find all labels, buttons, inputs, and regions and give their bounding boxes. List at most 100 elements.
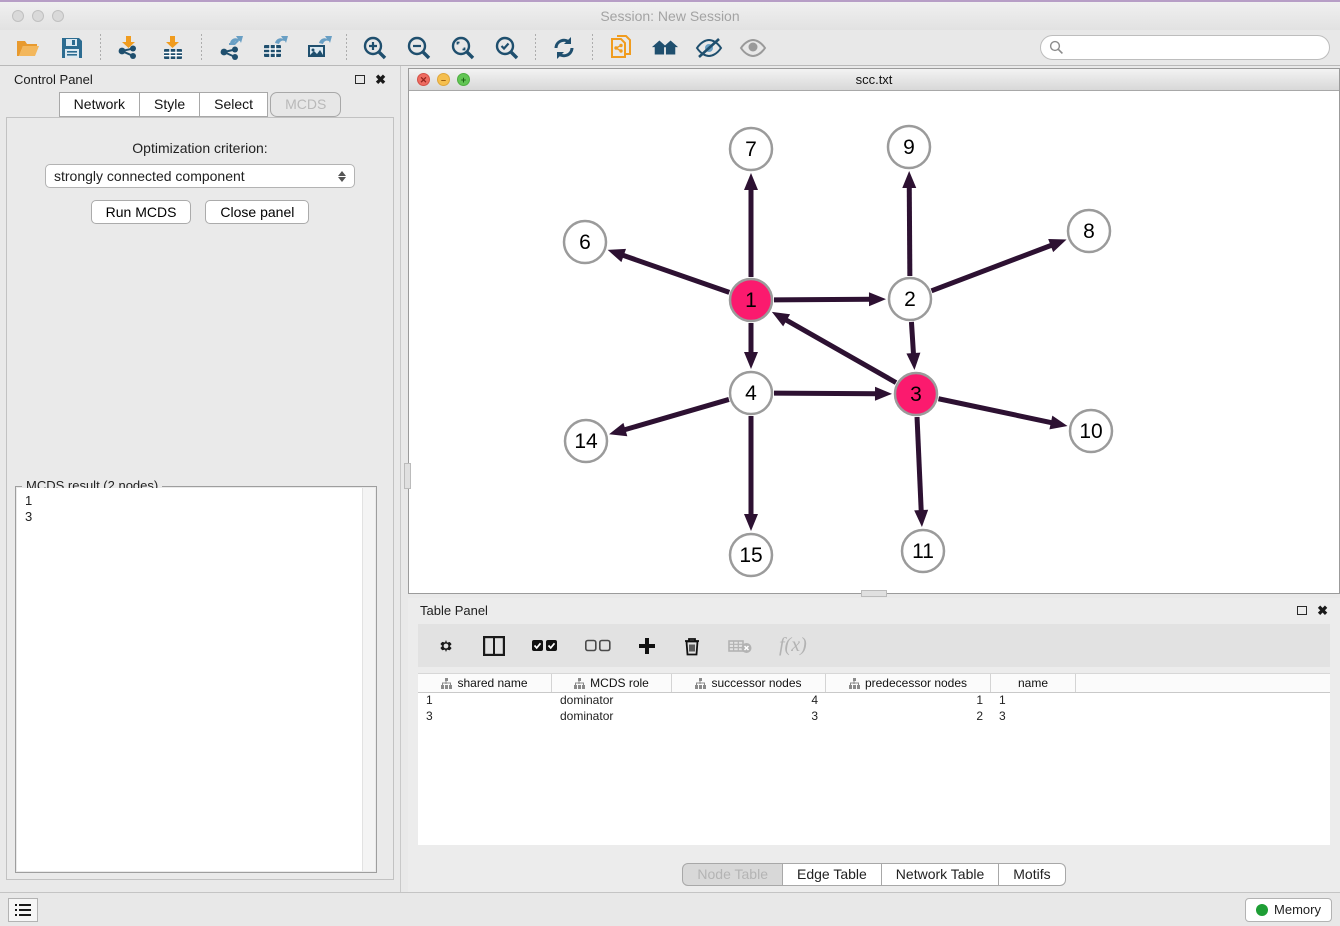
tab-node-table[interactable]: Node Table [682, 863, 783, 886]
graph-node-label-7: 7 [745, 138, 757, 161]
mcds-result-item: 1 [25, 493, 367, 509]
edge-2-9[interactable] [909, 185, 910, 276]
result-scrollbar[interactable] [362, 488, 375, 871]
column-header-shared-name[interactable]: shared name [418, 674, 552, 692]
close-panel-button[interactable]: Close panel [205, 200, 309, 224]
column-header-predecessor-nodes[interactable]: predecessor nodes [826, 674, 991, 692]
horizontal-splitter-handle[interactable] [861, 590, 887, 597]
mcds-result-item: 3 [25, 509, 367, 525]
graph-node-label-1: 1 [745, 289, 757, 312]
window-title: Session: New Session [0, 8, 1340, 24]
hierarchy-home-icon[interactable] [651, 34, 679, 62]
zoom-fit-icon[interactable] [449, 34, 477, 62]
save-session-icon[interactable] [58, 34, 86, 62]
table-cell[interactable]: 3 [418, 709, 552, 725]
edge-arrow-2-9 [902, 171, 916, 188]
network-minimize-icon[interactable]: – [437, 73, 450, 86]
search-input[interactable] [1064, 40, 1321, 55]
import-network-icon[interactable] [115, 34, 143, 62]
table-row[interactable]: 1dominator411 [418, 693, 1330, 709]
graph-node-label-10: 10 [1079, 420, 1102, 443]
edge-4-14[interactable] [622, 399, 728, 430]
export-image-icon[interactable] [304, 34, 332, 62]
unselect-all-columns-icon[interactable] [585, 639, 611, 653]
table-cell[interactable]: dominator [552, 693, 672, 709]
add-column-icon[interactable] [638, 637, 656, 655]
refresh-layout-icon[interactable] [550, 34, 578, 62]
tab-edge-table[interactable]: Edge Table [783, 863, 882, 886]
new-network-from-selection-icon[interactable] [607, 34, 635, 62]
network-window-titlebar[interactable]: ✕ – + scc.txt [409, 69, 1339, 91]
column-header-MCDS-role[interactable]: MCDS role [552, 674, 672, 692]
network-canvas[interactable]: 7968124314101511 [409, 91, 1339, 593]
vertical-splitter-handle[interactable] [404, 463, 411, 489]
table-cell[interactable]: 1 [826, 693, 991, 709]
float-panel-icon[interactable] [355, 75, 365, 84]
delete-columns-icon[interactable] [683, 636, 701, 656]
main-toolbar [0, 30, 1340, 66]
table-cell[interactable]: 3 [991, 709, 1076, 725]
import-table-icon[interactable] [159, 34, 187, 62]
network-maximize-icon[interactable]: + [457, 73, 470, 86]
export-table-icon[interactable] [260, 34, 288, 62]
column-type-icon [574, 678, 585, 689]
column-type-icon [441, 678, 452, 689]
open-session-icon[interactable] [14, 34, 42, 62]
tab-style[interactable]: Style [140, 92, 200, 117]
table-row[interactable]: 3dominator323 [418, 709, 1330, 725]
edge-arrow-1-6 [608, 249, 626, 262]
network-view-window: ✕ – + scc.txt 7968124314101511 [408, 68, 1340, 594]
column-header-label: shared name [457, 676, 527, 690]
task-history-button[interactable] [8, 898, 38, 922]
show-graphics-details-icon[interactable] [739, 34, 767, 62]
edge-2-3[interactable] [911, 322, 913, 356]
memory-button[interactable]: Memory [1245, 898, 1332, 922]
zoom-in-icon[interactable] [361, 34, 389, 62]
edge-3-10[interactable] [939, 399, 1054, 423]
edge-2-8[interactable] [932, 244, 1054, 290]
tab-select[interactable]: Select [200, 92, 268, 117]
mcds-result-list[interactable]: 13 [17, 488, 375, 871]
close-table-panel-icon[interactable]: ✖ [1317, 606, 1328, 615]
table-cell[interactable]: 2 [826, 709, 991, 725]
column-header-successor-nodes[interactable]: successor nodes [672, 674, 826, 692]
table-cell[interactable]: dominator [552, 709, 672, 725]
delete-table-icon[interactable] [728, 638, 752, 654]
search-field[interactable] [1040, 35, 1330, 60]
zoom-selected-icon[interactable] [493, 34, 521, 62]
edge-4-3[interactable] [774, 393, 878, 394]
table-settings-icon[interactable] [436, 636, 456, 656]
zoom-out-icon[interactable] [405, 34, 433, 62]
table-cell[interactable]: 1 [418, 693, 552, 709]
app-titlebar: Session: New Session [0, 2, 1340, 30]
table-cell[interactable]: 4 [672, 693, 826, 709]
edge-3-1[interactable] [784, 319, 896, 383]
graph-node-label-3: 3 [910, 383, 922, 406]
export-network-icon[interactable] [216, 34, 244, 62]
edge-3-11[interactable] [917, 417, 921, 513]
float-table-panel-icon[interactable] [1297, 606, 1307, 615]
edge-1-2[interactable] [774, 299, 872, 300]
column-layout-icon[interactable] [483, 636, 505, 656]
graph-node-label-4: 4 [745, 382, 757, 405]
tab-mcds[interactable]: MCDS [270, 92, 341, 117]
function-builder-icon[interactable]: f(x) [779, 634, 807, 657]
table-toolbar: f(x) [418, 624, 1330, 667]
run-mcds-button[interactable]: Run MCDS [91, 200, 192, 224]
network-close-icon[interactable]: ✕ [417, 73, 430, 86]
table-cell[interactable]: 3 [672, 709, 826, 725]
tab-network-table[interactable]: Network Table [882, 863, 999, 886]
tab-motifs[interactable]: Motifs [999, 863, 1065, 886]
hide-graphics-details-icon[interactable] [695, 34, 723, 62]
graph-node-label-15: 15 [739, 544, 762, 567]
table-cell[interactable]: 1 [991, 693, 1076, 709]
close-panel-icon[interactable]: ✖ [375, 75, 386, 84]
table-tabs: Node TableEdge TableNetwork TableMotifs [408, 863, 1340, 886]
graph-node-label-9: 9 [903, 136, 915, 159]
select-all-columns-icon[interactable] [532, 639, 558, 653]
optimization-criterion-select[interactable]: strongly connected component [45, 164, 355, 188]
column-header-name[interactable]: name [991, 674, 1076, 692]
edge-1-6[interactable] [621, 255, 729, 293]
tab-network[interactable]: Network [59, 92, 140, 117]
mcds-tab-content: Optimization criterion: strongly connect… [6, 117, 394, 880]
